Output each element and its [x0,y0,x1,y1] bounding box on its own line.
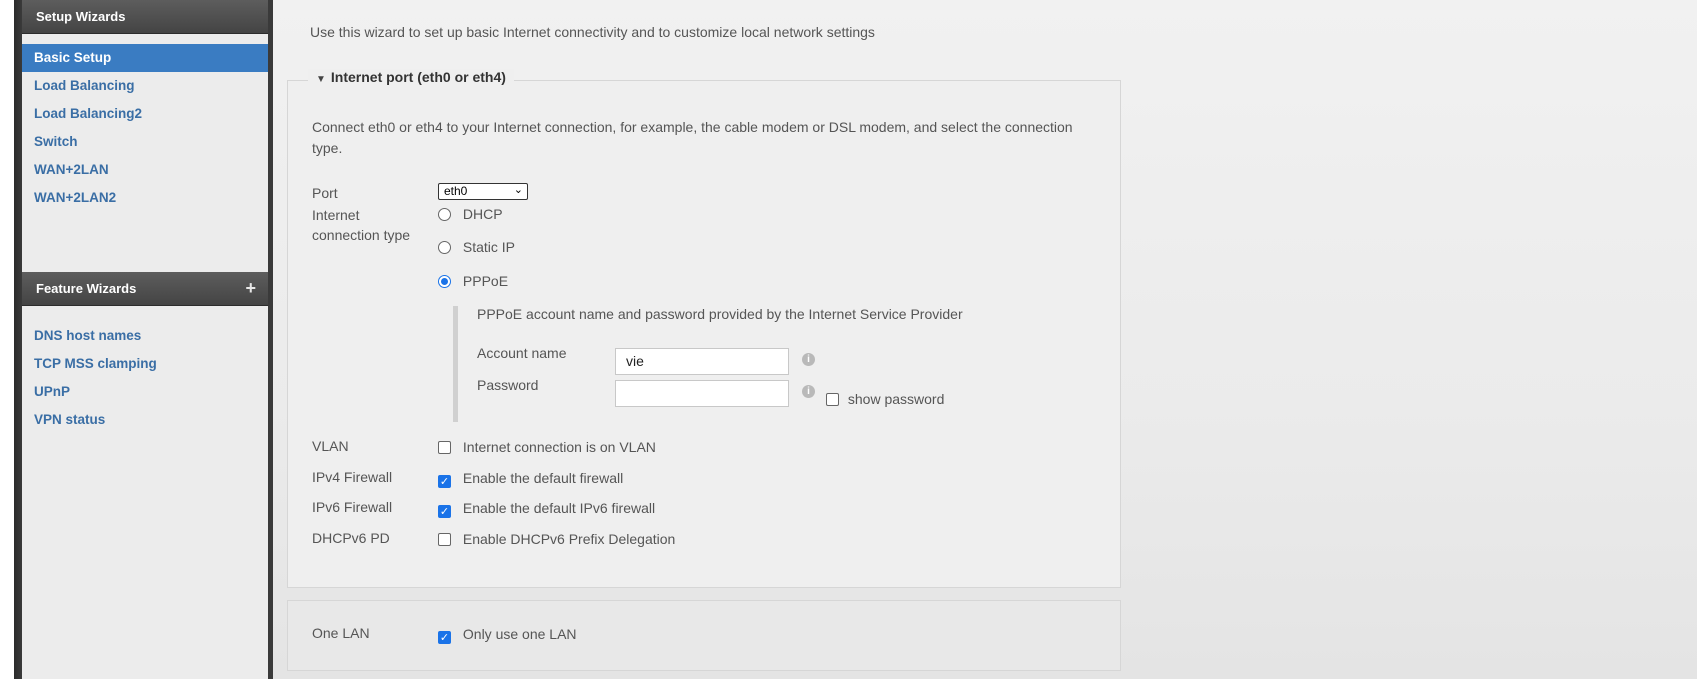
sidebar-item-vpn-status[interactable]: VPN status [22,406,268,434]
feature-wizards-header[interactable]: Feature Wizards + [22,272,268,306]
show-password-label: show password [847,391,945,407]
radio-dhcp-row[interactable]: DHCP [438,205,503,223]
sidebar: Setup Wizards Basic Setup Load Balancing… [22,0,268,679]
ipv4-firewall-row[interactable]: ✓ Enable the default firewall [438,469,623,488]
radio-static-ip-label: Static IP [462,239,516,255]
one-lan-option-label: Only use one LAN [462,626,577,642]
port-select-value: eth0 [444,184,468,198]
radio-pppoe-row[interactable]: PPPoE [438,272,508,290]
ipv4-firewall-label: IPv4 Firewall [312,469,393,485]
ipv4-firewall-checkbox[interactable]: ✓ [438,475,451,488]
collapse-triangle-icon[interactable]: ▼ [316,74,326,85]
ipv6-firewall-label: IPv6 Firewall [312,499,393,515]
one-lan-label: One LAN [312,625,370,641]
connection-type-label-line1: Internet [312,207,360,223]
password-label: Password [477,377,539,393]
intro-text: Use this wizard to set up basic Internet… [310,24,875,40]
vlan-option-label: Internet connection is on VLAN [462,439,656,455]
window-edge [0,0,22,679]
radio-pppoe-label: PPPoE [462,273,509,289]
sidebar-item-wan-2lan2[interactable]: WAN+2LAN2 [22,184,268,212]
sidebar-item-switch[interactable]: Switch [22,128,268,156]
sidebar-item-wan-2lan[interactable]: WAN+2LAN [22,156,268,184]
dhcpv6-pd-option-label: Enable DHCPv6 Prefix Delegation [462,531,676,547]
show-password-row[interactable]: show password [826,390,944,408]
sidebar-item-load-balancing2[interactable]: Load Balancing2 [22,100,268,128]
dhcpv6-pd-label: DHCPv6 PD [312,530,390,546]
one-lan-row[interactable]: ✓ Only use one LAN [438,625,577,644]
vlan-label: VLAN [312,438,349,454]
sidebar-item-load-balancing[interactable]: Load Balancing [22,72,268,100]
sidebar-item-upnp[interactable]: UPnP [22,378,268,406]
setup-wizards-list: Basic Setup Load Balancing Load Balancin… [22,44,268,212]
lan-panel: One LAN ✓ Only use one LAN [287,600,1121,671]
chevron-down-icon: ⌄ [513,184,523,196]
radio-pppoe[interactable] [438,275,451,288]
port-label: Port [312,185,338,201]
sidebar-item-dns-host-names[interactable]: DNS host names [22,322,268,350]
dhcpv6-pd-row[interactable]: Enable DHCPv6 Prefix Delegation [438,530,675,548]
ipv6-firewall-checkbox[interactable]: ✓ [438,505,451,518]
show-password-checkbox[interactable] [826,393,839,406]
setup-wizards-title: Setup Wizards [36,9,126,24]
info-icon[interactable]: i [802,353,815,366]
one-lan-checkbox[interactable]: ✓ [438,631,451,644]
ipv6-firewall-row[interactable]: ✓ Enable the default IPv6 firewall [438,499,655,518]
ipv4-firewall-option-label: Enable the default firewall [462,470,624,486]
feature-wizards-title: Feature Wizards [36,281,137,296]
feature-wizards-list: DNS host names TCP MSS clamping UPnP VPN… [22,322,268,434]
sidebar-item-basic-setup[interactable]: Basic Setup [22,44,268,72]
pppoe-section-bar [453,306,458,422]
radio-static-ip[interactable] [438,241,451,254]
internet-port-panel: ▼ Internet port (eth0 or eth4) Connect et… [287,69,1121,588]
account-name-label: Account name [477,345,567,361]
dhcpv6-pd-checkbox[interactable] [438,533,451,546]
password-input[interactable] [615,380,789,407]
internet-port-description: Connect eth0 or eth4 to your Internet co… [312,119,1073,156]
radio-dhcp-label: DHCP [462,206,503,222]
connection-type-label-line2: connection type [312,227,411,243]
ipv6-firewall-option-label: Enable the default IPv6 firewall [462,500,656,516]
vlan-row[interactable]: Internet connection is on VLAN [438,438,656,456]
expand-plus-icon[interactable]: + [245,278,256,299]
main-content: Use this wizard to set up basic Internet… [273,0,1697,679]
vlan-checkbox[interactable] [438,441,451,454]
internet-port-title: Internet port (eth0 or eth4) [330,69,506,85]
radio-dhcp[interactable] [438,208,451,221]
pppoe-note: PPPoE account name and password provided… [477,306,963,322]
internet-port-legend[interactable]: ▼ Internet port (eth0 or eth4) [308,69,514,85]
radio-static-ip-row[interactable]: Static IP [438,238,515,256]
setup-wizards-header: Setup Wizards [22,0,268,34]
account-name-input[interactable]: vie [615,348,789,375]
port-select[interactable]: eth0 ⌄ [438,183,528,200]
sidebar-item-tcp-mss-clamping[interactable]: TCP MSS clamping [22,350,268,378]
info-icon[interactable]: i [802,385,815,398]
